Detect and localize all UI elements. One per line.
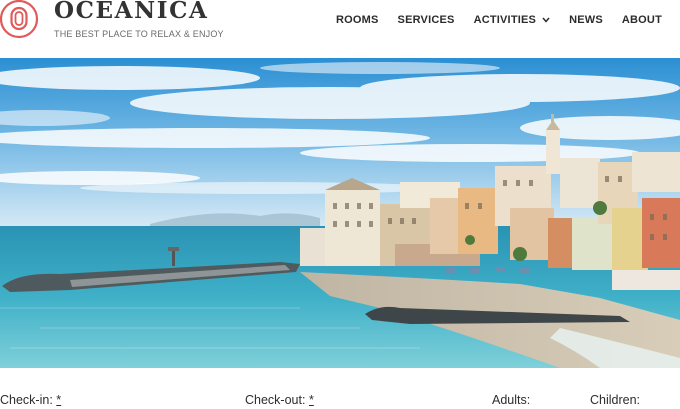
main-nav: ROOMS SERVICES ACTIVITIES NEWS ABOUT	[336, 13, 662, 27]
required-marker: *	[308, 393, 314, 407]
required-marker: *	[56, 393, 62, 407]
checkin-label: Check-in: *	[0, 393, 61, 407]
hero-image	[0, 58, 680, 368]
nav-item-label: SERVICES	[397, 14, 455, 26]
site-header: OCEANICA THE BEST PLACE TO RELAX & ENJOY…	[0, 0, 680, 58]
nav-item-label: ABOUT	[621, 14, 662, 26]
logo-icon[interactable]	[0, 0, 40, 40]
coastal-town-photo	[0, 58, 680, 368]
nav-item-label: NEWS	[569, 14, 603, 26]
nav-item-rooms[interactable]: ROOMS	[336, 14, 379, 26]
children-label: Children:	[590, 393, 641, 407]
nav-item-label: ACTIVITIES	[473, 14, 537, 26]
nav-item-news[interactable]: NEWS	[569, 14, 603, 26]
chevron-down-icon	[542, 17, 550, 23]
nav-item-label: ROOMS	[335, 14, 379, 26]
checkout-label-text: Check-out:	[245, 393, 306, 407]
nav-item-activities[interactable]: ACTIVITIES	[474, 14, 551, 26]
booking-form: Check-in: * Check-out: * Adults: Childre…	[0, 368, 680, 409]
nav-item-services[interactable]: SERVICES	[398, 14, 455, 26]
brand-tagline: THE BEST PLACE TO RELAX & ENJOY	[54, 29, 224, 39]
checkin-label-text: Check-in:	[0, 393, 53, 407]
adults-label: Adults:	[492, 393, 531, 407]
nav-item-about[interactable]: ABOUT	[622, 14, 662, 26]
checkout-label: Check-out: *	[245, 393, 314, 407]
brand-name[interactable]: OCEANICA	[54, 0, 208, 24]
